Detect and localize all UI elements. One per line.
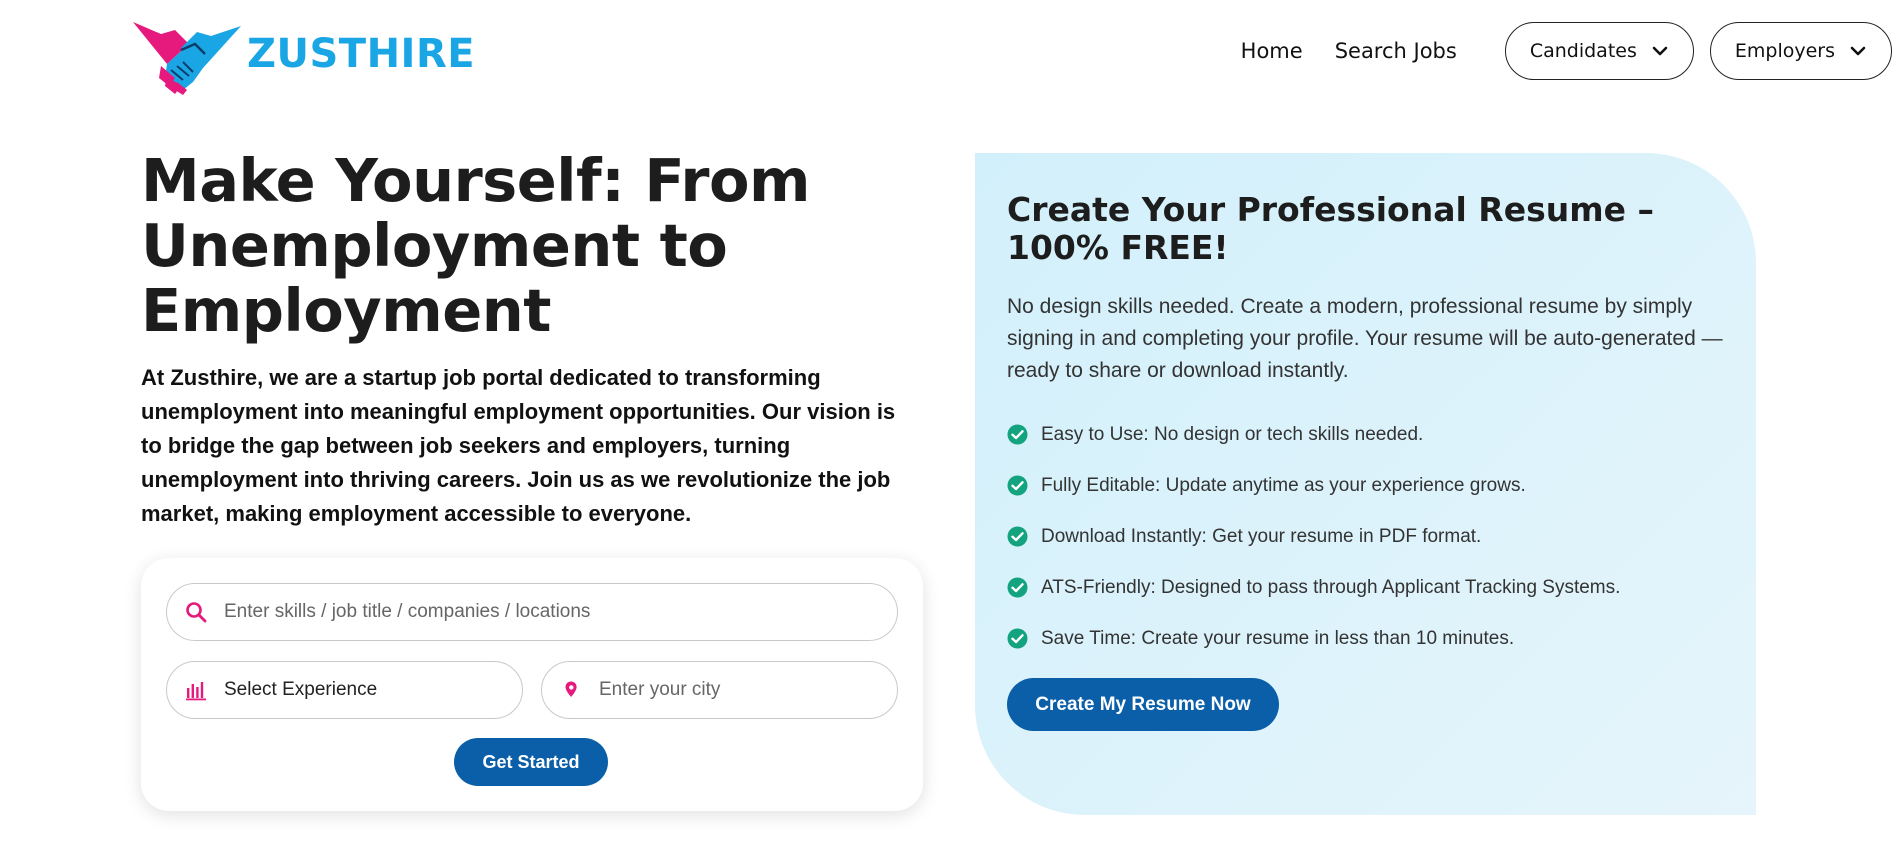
check-circle-icon <box>1007 424 1028 445</box>
site-header: ZUSTHIRE Home Search Jobs Candidates Emp… <box>0 0 1900 105</box>
feature-text: ATS-Friendly: Designed to pass through A… <box>1041 576 1621 598</box>
location-pin-icon <box>565 681 577 697</box>
resume-features-list: Easy to Use: No design or tech skills ne… <box>1007 409 1737 664</box>
experience-select[interactable]: Select Experience <box>166 661 523 719</box>
create-resume-button[interactable]: Create My Resume Now <box>1007 678 1279 731</box>
candidates-dropdown[interactable]: Candidates <box>1504 22 1694 80</box>
chevron-down-icon <box>1652 46 1668 56</box>
city-input[interactable] <box>599 679 897 701</box>
check-circle-icon <box>1007 526 1028 547</box>
check-circle-icon <box>1007 577 1028 598</box>
employers-label: Employers <box>1734 40 1835 62</box>
feature-item: Easy to Use: No design or tech skills ne… <box>1007 409 1737 460</box>
feature-item: Download Instantly: Get your resume in P… <box>1007 511 1737 562</box>
nav-home[interactable]: Home <box>1241 39 1303 63</box>
brand-logo[interactable]: ZUSTHIRE <box>131 20 475 95</box>
feature-item: Save Time: Create your resume in less th… <box>1007 613 1737 664</box>
hero-description: At Zusthire, we are a startup job portal… <box>141 365 896 526</box>
feature-item: Fully Editable: Update anytime as your e… <box>1007 460 1737 511</box>
nav-search-jobs[interactable]: Search Jobs <box>1335 39 1457 63</box>
chevron-down-icon <box>1850 46 1866 56</box>
handshake-icon <box>133 22 241 95</box>
resume-promo-panel: Create Your Professional Resume – 100% F… <box>975 153 1756 815</box>
feature-text: Fully Editable: Update anytime as your e… <box>1041 474 1526 496</box>
check-circle-icon <box>1007 628 1028 649</box>
resume-title: Create Your Professional Resume – 100% F… <box>1007 190 1654 267</box>
search-icon <box>186 602 207 623</box>
feature-text: Easy to Use: No design or tech skills ne… <box>1041 423 1424 445</box>
keyword-search-input[interactable] <box>224 601 897 623</box>
job-search-card: Select Experience Get Started <box>141 558 923 811</box>
feature-text: Download Instantly: Get your resume in P… <box>1041 525 1482 547</box>
employers-dropdown[interactable]: Employers <box>1709 22 1892 80</box>
feature-item: ATS-Friendly: Designed to pass through A… <box>1007 562 1737 613</box>
main-nav: Home Search Jobs Candidates Employers <box>1241 22 1892 80</box>
get-started-button[interactable]: Get Started <box>454 738 608 786</box>
feature-text: Save Time: Create your resume in less th… <box>1041 627 1515 649</box>
hero-title: Make Yourself: From Unemployment to Empl… <box>141 146 810 345</box>
keyword-search-field[interactable] <box>166 583 898 641</box>
bar-chart-icon <box>186 682 206 701</box>
city-field[interactable] <box>541 661 898 719</box>
hero-section: Make Yourself: From Unemployment to Empl… <box>141 148 931 531</box>
resume-description: No design skills needed. Create a modern… <box>1007 295 1723 382</box>
brand-name: ZUSTHIRE <box>247 30 476 77</box>
check-circle-icon <box>1007 475 1028 496</box>
candidates-label: Candidates <box>1529 40 1637 62</box>
experience-select-value: Select Experience <box>224 679 378 700</box>
